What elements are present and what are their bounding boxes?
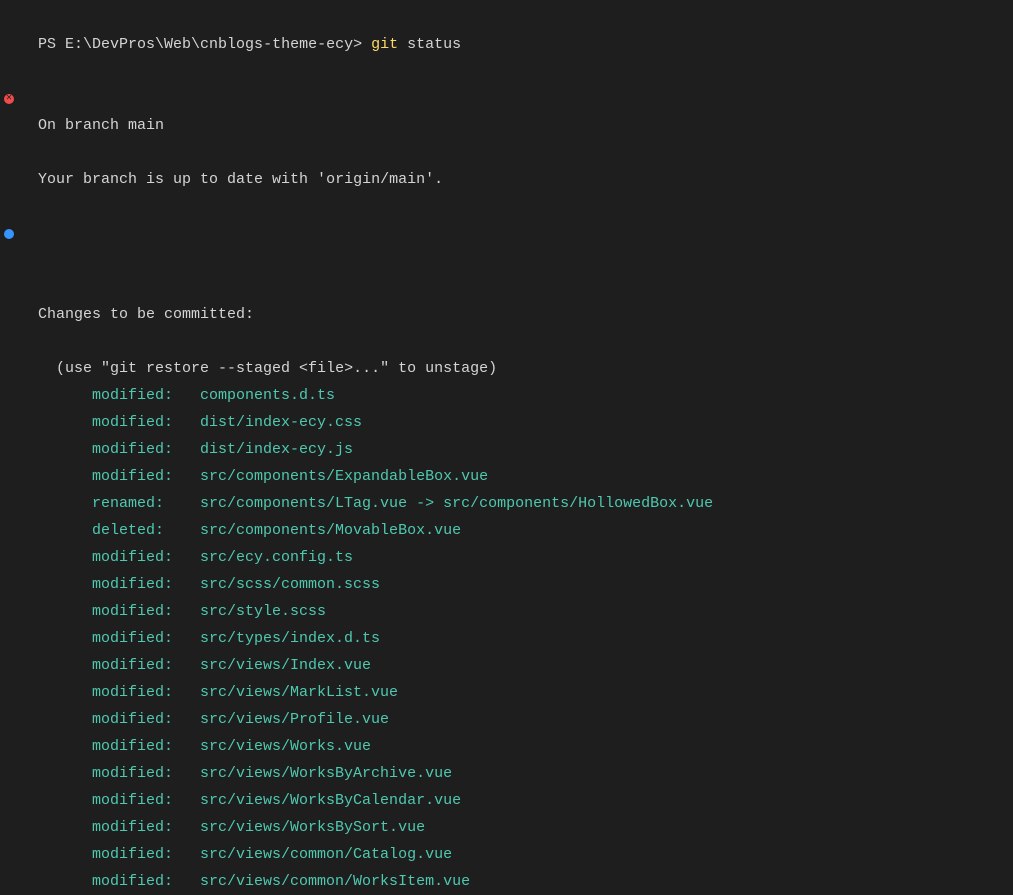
file-path: src/components/LTag.vue -> src/component… bbox=[200, 495, 713, 512]
file-status: modified: bbox=[20, 846, 200, 863]
branch-line-2: Your branch is up to date with 'origin/m… bbox=[0, 139, 1013, 193]
file-status: modified: bbox=[20, 414, 200, 431]
file-entry: deleted: src/components/MovableBox.vue bbox=[0, 517, 1013, 544]
file-path: dist/index-ecy.js bbox=[200, 441, 353, 458]
file-status: modified: bbox=[20, 468, 200, 485]
file-entry: modified: src/ecy.config.ts bbox=[0, 544, 1013, 571]
file-status: modified: bbox=[20, 792, 200, 809]
file-entry: modified: src/views/common/WorksItem.vue bbox=[0, 868, 1013, 895]
section-title: Changes to be committed: bbox=[38, 306, 254, 323]
file-status: modified: bbox=[20, 738, 200, 755]
section-hint: (use "git restore --staged <file>..." to… bbox=[38, 360, 497, 377]
prompt-path: E:\DevPros\Web\cnblogs-theme-ecy bbox=[65, 36, 353, 53]
file-path: components.d.ts bbox=[200, 387, 335, 404]
prompt-prefix: PS bbox=[38, 36, 65, 53]
file-entry: modified: src/types/index.d.ts bbox=[0, 625, 1013, 652]
file-entry: modified: dist/index-ecy.css bbox=[0, 409, 1013, 436]
file-entry: modified: src/views/common/Catalog.vue bbox=[0, 841, 1013, 868]
file-status: deleted: bbox=[20, 522, 200, 539]
error-icon: ✕ bbox=[4, 94, 14, 104]
file-path: src/views/Index.vue bbox=[200, 657, 371, 674]
file-path: src/views/WorksByArchive.vue bbox=[200, 765, 452, 782]
file-entry: renamed: src/components/LTag.vue -> src/… bbox=[0, 490, 1013, 517]
file-list: modified: components.d.ts modified: dist… bbox=[0, 382, 1013, 895]
file-status: modified: bbox=[20, 387, 200, 404]
file-path: src/ecy.config.ts bbox=[200, 549, 353, 566]
file-path: src/views/WorksByCalendar.vue bbox=[200, 792, 461, 809]
info-icon bbox=[4, 229, 14, 239]
file-status: modified: bbox=[20, 684, 200, 701]
file-status: modified: bbox=[20, 603, 200, 620]
changes-header: Changes to be committed: bbox=[0, 274, 1013, 328]
file-entry: modified: src/views/Works.vue bbox=[0, 733, 1013, 760]
file-entry: modified: components.d.ts bbox=[0, 382, 1013, 409]
file-entry: modified: src/views/Profile.vue bbox=[0, 706, 1013, 733]
file-status: modified: bbox=[20, 819, 200, 836]
file-entry: modified: dist/index-ecy.js bbox=[0, 436, 1013, 463]
file-status: renamed: bbox=[20, 495, 200, 512]
file-status: modified: bbox=[20, 630, 200, 647]
branch-text: On branch main bbox=[38, 117, 164, 134]
file-status: modified: bbox=[20, 549, 200, 566]
file-path: src/views/WorksBySort.vue bbox=[200, 819, 425, 836]
file-path: src/types/index.d.ts bbox=[200, 630, 380, 647]
file-status: modified: bbox=[20, 576, 200, 593]
file-path: src/components/MovableBox.vue bbox=[200, 522, 461, 539]
file-entry: modified: src/scss/common.scss bbox=[0, 571, 1013, 598]
file-path: src/style.scss bbox=[200, 603, 326, 620]
file-entry: modified: src/views/Index.vue bbox=[0, 652, 1013, 679]
command-git: git bbox=[371, 36, 398, 53]
file-path: src/views/common/Catalog.vue bbox=[200, 846, 452, 863]
file-entry: modified: src/views/WorksBySort.vue bbox=[0, 814, 1013, 841]
file-path: src/views/Works.vue bbox=[200, 738, 371, 755]
file-entry: modified: src/views/WorksByArchive.vue bbox=[0, 760, 1013, 787]
prompt-line[interactable]: PS E:\DevPros\Web\cnblogs-theme-ecy> git… bbox=[0, 4, 1013, 58]
file-path: src/views/MarkList.vue bbox=[200, 684, 398, 701]
prompt-suffix: > bbox=[353, 36, 371, 53]
file-status: modified: bbox=[20, 441, 200, 458]
command-args: status bbox=[398, 36, 461, 53]
file-entry: modified: src/views/MarkList.vue bbox=[0, 679, 1013, 706]
file-path: src/views/Profile.vue bbox=[200, 711, 389, 728]
file-path: src/components/ExpandableBox.vue bbox=[200, 468, 488, 485]
changes-hint: (use "git restore --staged <file>..." to… bbox=[0, 328, 1013, 382]
branch-status-text: Your branch is up to date with 'origin/m… bbox=[38, 171, 443, 188]
blank-line bbox=[0, 193, 1013, 274]
file-entry: modified: src/components/ExpandableBox.v… bbox=[0, 463, 1013, 490]
file-entry: modified: src/views/WorksByCalendar.vue bbox=[0, 787, 1013, 814]
file-status: modified: bbox=[20, 657, 200, 674]
branch-line-1: ✕ On branch main bbox=[0, 58, 1013, 139]
file-path: src/scss/common.scss bbox=[200, 576, 380, 593]
file-path: dist/index-ecy.css bbox=[200, 414, 362, 431]
file-status: modified: bbox=[20, 711, 200, 728]
file-path: src/views/common/WorksItem.vue bbox=[200, 873, 470, 890]
file-entry: modified: src/style.scss bbox=[0, 598, 1013, 625]
file-status: modified: bbox=[20, 873, 200, 890]
file-status: modified: bbox=[20, 765, 200, 782]
